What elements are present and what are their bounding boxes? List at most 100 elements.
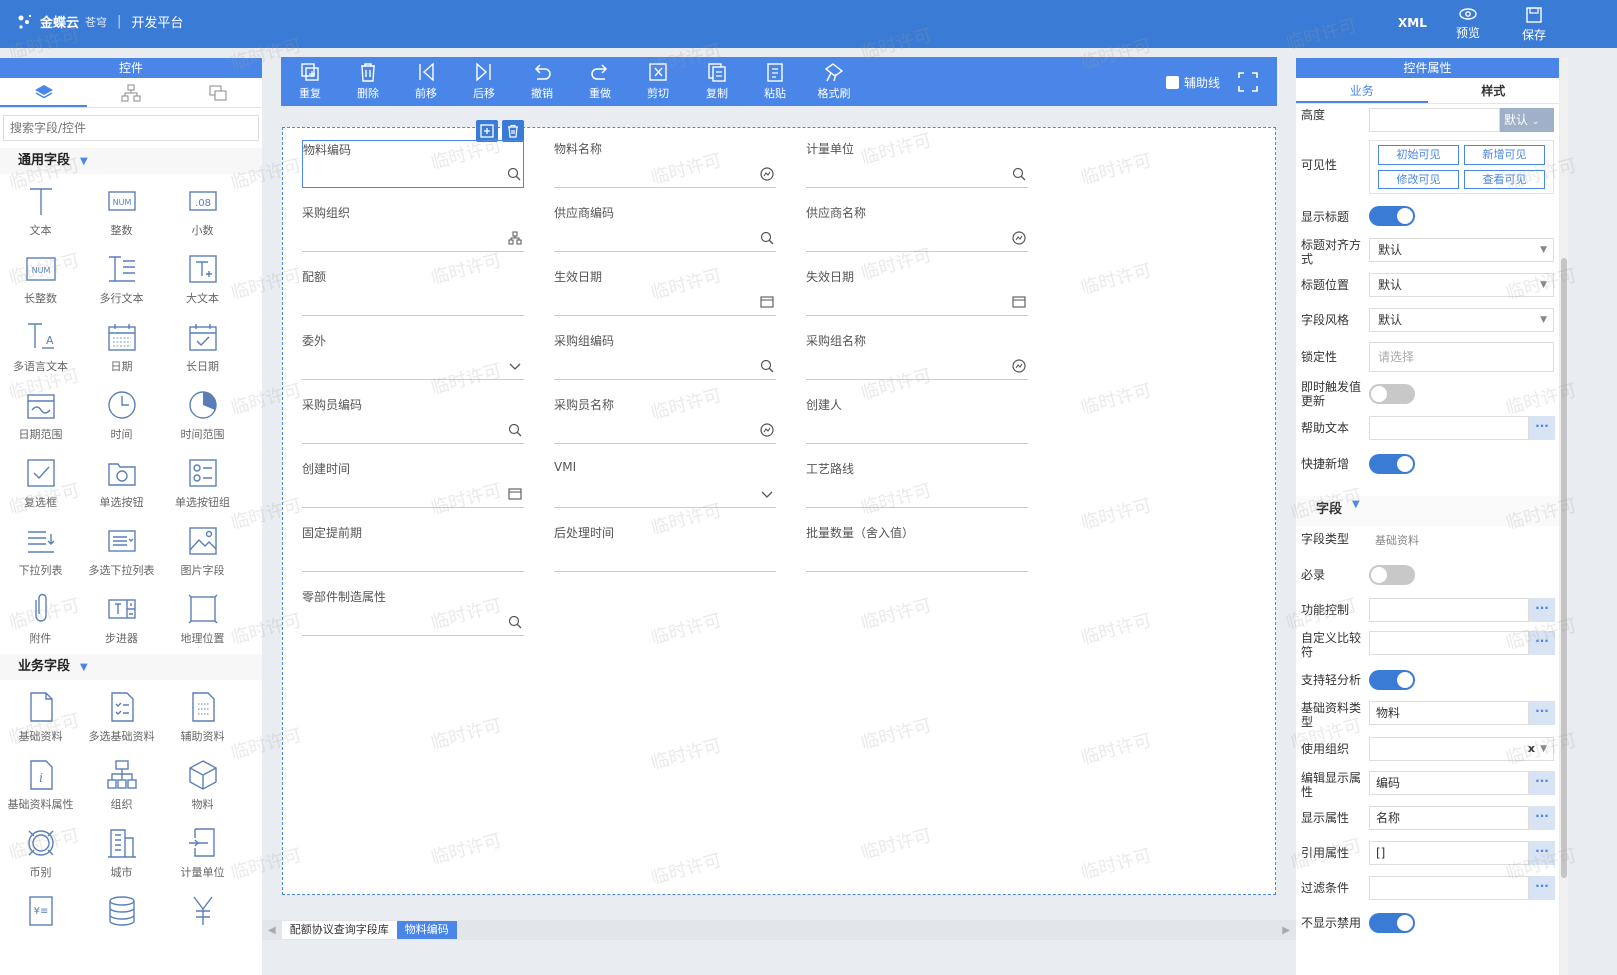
custom-compare-more-button[interactable]: ··· xyxy=(1529,631,1555,655)
visible-init-button[interactable]: 初始可见 xyxy=(1378,145,1459,165)
form-field[interactable]: 生效日期 xyxy=(554,268,776,316)
common-control-stepper[interactable]: 步进器 xyxy=(81,586,162,654)
org-tree-icon[interactable] xyxy=(508,231,522,245)
preview-button[interactable]: 预览 xyxy=(1456,6,1480,41)
xml-button[interactable]: XML xyxy=(1398,16,1427,30)
tab-business[interactable]: 业务 xyxy=(1296,78,1428,103)
help-text-input[interactable] xyxy=(1369,416,1529,440)
reference-prop-more-button[interactable]: ··· xyxy=(1529,841,1555,865)
form-field[interactable]: 采购组织 xyxy=(302,204,524,252)
height-input[interactable] xyxy=(1369,108,1500,132)
common-control-long-integer[interactable]: NUM 长整数 xyxy=(0,246,81,314)
show-title-toggle[interactable] xyxy=(1369,206,1415,226)
calendar-icon[interactable] xyxy=(760,295,774,309)
biz-fields-header[interactable]: 业务字段 ▼ xyxy=(0,654,262,680)
paste-button[interactable]: 粘贴 xyxy=(753,61,797,101)
lookup-icon[interactable] xyxy=(760,423,774,437)
biz-control-basedata-prop[interactable]: i 基础资料属性 xyxy=(0,752,81,820)
tab-tree[interactable] xyxy=(87,78,174,107)
common-control-date[interactable]: 日期 xyxy=(81,314,162,382)
light-analysis-toggle[interactable] xyxy=(1369,670,1415,690)
breadcrumb-root[interactable]: 配额协议查询字段库 xyxy=(281,921,397,939)
biz-control-city[interactable]: 城市 xyxy=(81,820,162,888)
biz-control-unit[interactable]: 计量单位 xyxy=(162,820,243,888)
biz-control-multi-basedata[interactable]: 多选基础资料 xyxy=(81,684,162,752)
filter-more-button[interactable]: ··· xyxy=(1529,876,1555,900)
clear-icon[interactable]: x xyxy=(1528,738,1535,760)
breadcrumb-current[interactable]: 物料编码 xyxy=(396,921,457,939)
form-field[interactable]: 物料名称 xyxy=(554,140,776,188)
common-control-time-range[interactable]: 时间范围 xyxy=(162,382,243,450)
calendar-icon[interactable] xyxy=(508,487,522,501)
search-icon[interactable] xyxy=(508,615,522,629)
edit-display-more-button[interactable]: ··· xyxy=(1529,771,1555,795)
form-field[interactable]: 零部件制造属性 xyxy=(302,588,524,636)
search-icon[interactable] xyxy=(760,359,774,373)
common-control-integer[interactable]: NUM 整数 xyxy=(81,178,162,246)
biz-control-basedata[interactable]: 基础资料 xyxy=(0,684,81,752)
undo-button[interactable]: 撤销 xyxy=(520,61,564,101)
form-field[interactable]: 采购员编码 xyxy=(302,396,524,444)
form-field[interactable]: 配额 xyxy=(302,268,524,316)
duplicate-button[interactable]: 重复 xyxy=(288,61,332,101)
basedata-type-more-button[interactable]: ··· xyxy=(1529,701,1555,725)
edit-display-input[interactable]: 编码 xyxy=(1369,771,1529,795)
redo-button[interactable]: 重做 xyxy=(578,61,622,101)
lookup-icon[interactable] xyxy=(760,167,774,181)
common-control-multiline-text[interactable]: 多行文本 xyxy=(81,246,162,314)
common-control-decimal[interactable]: .08 小数 xyxy=(162,178,243,246)
common-control-image[interactable]: 图片字段 xyxy=(162,518,243,586)
chevron-down-icon[interactable] xyxy=(760,487,774,501)
form-field[interactable]: 批量数量（舍入值） xyxy=(806,524,1028,572)
fullscreen-icon[interactable] xyxy=(1237,71,1259,93)
copy-button[interactable]: 复制 xyxy=(695,61,739,101)
search-icon[interactable] xyxy=(507,167,521,181)
common-control-multilang-text[interactable]: A 多语言文本 xyxy=(0,314,81,382)
form-field[interactable]: 固定提前期 xyxy=(302,524,524,572)
help-text-more-button[interactable]: ··· xyxy=(1529,416,1555,440)
form-canvas[interactable]: 物料编码 物料名称 计量单位 采购组织 供应商编码 供应商名称 配额 生效日期 失效日期 委外 采购… xyxy=(282,120,1276,895)
required-toggle[interactable] xyxy=(1369,565,1415,585)
title-align-select[interactable]: 默认 ▼ xyxy=(1369,238,1554,262)
form-field[interactable]: 供应商编码 xyxy=(554,204,776,252)
common-control-radio-group[interactable]: 单选按钮组 xyxy=(162,450,243,518)
scrollbar-thumb[interactable] xyxy=(1561,258,1567,878)
tab-style[interactable]: 样式 xyxy=(1428,78,1560,103)
cut-button[interactable]: 剪切 xyxy=(636,61,680,101)
search-icon[interactable] xyxy=(1012,167,1026,181)
biz-control-database[interactable] xyxy=(81,888,162,956)
common-control-text[interactable]: 文本 xyxy=(0,178,81,246)
form-field[interactable]: 采购组编码 xyxy=(554,332,776,380)
basedata-type-input[interactable]: 物料 xyxy=(1369,701,1529,725)
form-field[interactable]: 物料编码 xyxy=(302,140,524,188)
field-section-header[interactable]: 字段 ▼ xyxy=(1296,496,1559,526)
form-field[interactable]: VMI xyxy=(554,460,776,508)
reference-prop-input[interactable]: [] xyxy=(1369,841,1529,865)
form-field[interactable]: 采购组名称 xyxy=(806,332,1028,380)
common-control-large-text[interactable]: 大文本 xyxy=(162,246,243,314)
form-field[interactable]: 计量单位 xyxy=(806,140,1028,188)
title-position-select[interactable]: 默认 ▼ xyxy=(1369,273,1554,297)
lookup-icon[interactable] xyxy=(1012,359,1026,373)
save-button[interactable]: 保存 xyxy=(1522,6,1546,43)
tab-layers[interactable] xyxy=(0,78,88,107)
scroll-right-icon[interactable]: ▶ xyxy=(1276,925,1296,936)
delete-field-button[interactable] xyxy=(502,120,524,142)
visible-edit-button[interactable]: 修改可见 xyxy=(1378,169,1459,189)
common-fields-header[interactable]: 通用字段 ▼ xyxy=(0,148,262,174)
visible-new-button[interactable]: 新增可见 xyxy=(1464,145,1545,165)
scroll-left-icon[interactable]: ◀ xyxy=(262,925,282,936)
form-field[interactable]: 供应商名称 xyxy=(806,204,1028,252)
display-prop-input[interactable]: 名称 xyxy=(1369,806,1529,830)
properties-scrollbar[interactable] xyxy=(1560,58,1568,975)
quick-add-toggle[interactable] xyxy=(1369,454,1415,474)
hide-disabled-toggle[interactable] xyxy=(1369,913,1415,933)
lock-select[interactable]: 请选择 xyxy=(1369,342,1554,372)
instant-update-toggle[interactable] xyxy=(1369,384,1415,404)
common-control-checkbox[interactable]: 复选框 xyxy=(0,450,81,518)
chevron-down-icon[interactable] xyxy=(508,359,522,373)
biz-control-org[interactable]: 组织 xyxy=(81,752,162,820)
move-forward-button[interactable]: 前移 xyxy=(404,61,448,101)
field-style-select[interactable]: 默认 ▼ xyxy=(1369,308,1554,332)
common-control-attachment[interactable]: 附件 xyxy=(0,586,81,654)
